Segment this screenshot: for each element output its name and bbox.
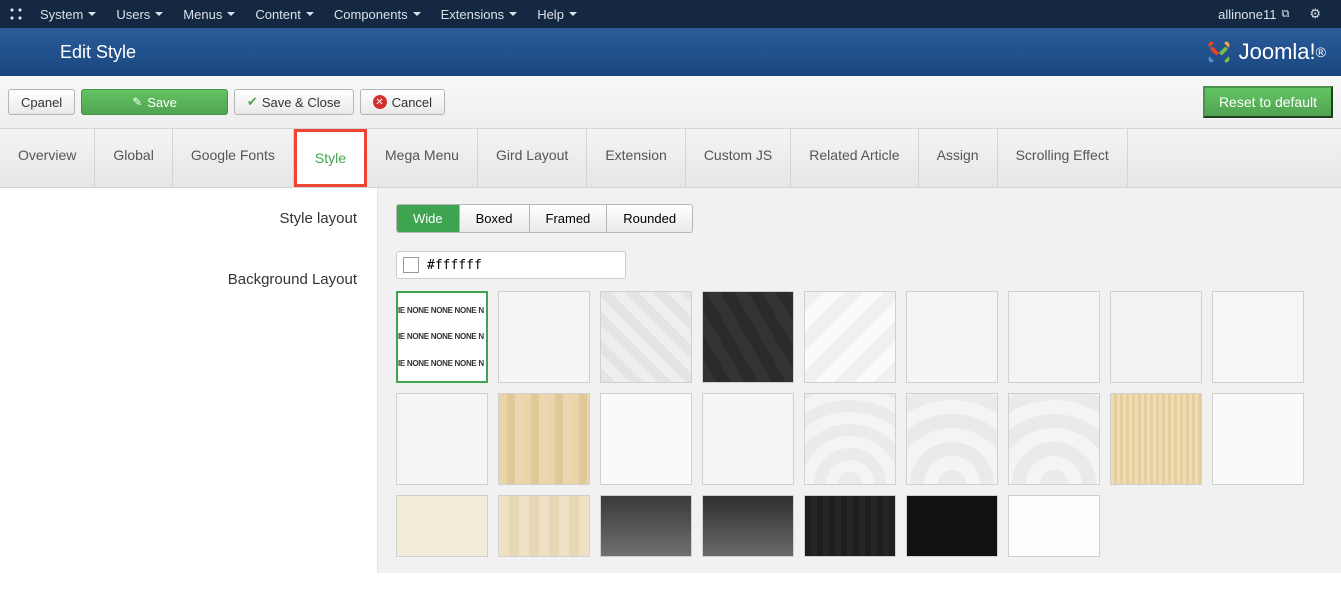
save-button[interactable]: ✎Save	[81, 89, 228, 115]
pattern-swatch[interactable]	[600, 393, 692, 485]
pattern-swatch[interactable]	[804, 495, 896, 557]
chevron-down-icon	[227, 12, 235, 16]
pattern-swatch[interactable]	[1212, 393, 1304, 485]
save-icon: ✎	[132, 95, 142, 109]
tab-google-fonts[interactable]: Google Fonts	[173, 129, 294, 187]
pattern-swatch[interactable]	[600, 495, 692, 557]
pattern-swatch[interactable]	[1110, 291, 1202, 383]
tab-style[interactable]: Style	[294, 129, 367, 187]
chevron-down-icon	[509, 12, 517, 16]
pattern-swatch[interactable]	[498, 393, 590, 485]
pattern-swatch[interactable]	[1008, 291, 1100, 383]
joomla-logo: Joomla!®	[1205, 38, 1326, 66]
tab-extension[interactable]: Extension	[587, 129, 685, 187]
pattern-swatch[interactable]	[1212, 291, 1304, 383]
pattern-swatch[interactable]	[1008, 393, 1100, 485]
brand-text: Joomla!	[1239, 39, 1316, 65]
pattern-swatch[interactable]	[906, 291, 998, 383]
layout-option-rounded[interactable]: Rounded	[607, 205, 692, 232]
settings-gear[interactable]: ⚙	[1301, 6, 1333, 22]
labels-column: Style layout Background Layout	[0, 188, 378, 573]
tab-global[interactable]: Global	[95, 129, 172, 187]
menu-help[interactable]: Help	[527, 0, 587, 28]
pattern-swatch[interactable]	[498, 291, 590, 383]
pattern-grid: IE NONE NONE NONE N IE NONE NONE NONE N …	[396, 291, 1323, 557]
cpanel-button[interactable]: Cpanel	[8, 89, 75, 115]
page-header: Edit Style Joomla!®	[0, 28, 1341, 76]
menu-users[interactable]: Users	[106, 0, 173, 28]
pattern-swatch[interactable]	[702, 495, 794, 557]
pattern-swatch[interactable]	[1008, 495, 1100, 557]
username: allinone11	[1218, 7, 1276, 22]
pattern-swatch[interactable]	[804, 393, 896, 485]
pattern-swatch[interactable]	[804, 291, 896, 383]
pattern-swatch[interactable]	[702, 291, 794, 383]
pattern-none[interactable]: IE NONE NONE NONE N IE NONE NONE NONE N …	[396, 291, 488, 383]
menu-components[interactable]: Components	[324, 0, 431, 28]
menu-content[interactable]: Content	[245, 0, 324, 28]
gear-icon: ⚙	[1309, 6, 1321, 22]
layout-option-wide[interactable]: Wide	[397, 205, 460, 232]
background-color-input[interactable]	[396, 251, 626, 279]
action-toolbar: Cpanel ✎Save ✔Save & Close ✕Cancel Reset…	[0, 76, 1341, 129]
tab-scrolling-effect[interactable]: Scrolling Effect	[998, 129, 1128, 187]
style-layout-group: WideBoxedFramedRounded	[396, 204, 693, 233]
layout-option-framed[interactable]: Framed	[530, 205, 608, 232]
controls-column: WideBoxedFramedRounded IE NONE NONE NONE…	[378, 188, 1341, 573]
pattern-swatch[interactable]	[498, 495, 590, 557]
chevron-down-icon	[306, 12, 314, 16]
color-text-input[interactable]	[427, 258, 619, 273]
tab-overview[interactable]: Overview	[0, 129, 95, 187]
tab-related-article[interactable]: Related Article	[791, 129, 918, 187]
page-title: Edit Style	[60, 42, 136, 63]
reset-default-button[interactable]: Reset to default	[1203, 86, 1333, 118]
check-icon: ✔	[247, 94, 258, 110]
pattern-swatch[interactable]	[600, 291, 692, 383]
menu-system[interactable]: System	[30, 0, 106, 28]
tabs-bar: OverviewGlobalGoogle FontsStyleMega Menu…	[0, 129, 1341, 188]
cancel-icon: ✕	[373, 95, 387, 109]
chevron-down-icon	[413, 12, 421, 16]
chevron-down-icon	[569, 12, 577, 16]
joomla-icon[interactable]	[8, 6, 24, 22]
tab-custom-js[interactable]: Custom JS	[686, 129, 791, 187]
chevron-down-icon	[155, 12, 163, 16]
menu-menus[interactable]: Menus	[173, 0, 245, 28]
save-close-button[interactable]: ✔Save & Close	[234, 89, 354, 115]
user-link[interactable]: allinone11 ⧉	[1212, 7, 1295, 22]
menu-extensions[interactable]: Extensions	[431, 0, 528, 28]
admin-menubar: SystemUsersMenusContentComponentsExtensi…	[0, 0, 1341, 28]
pattern-swatch[interactable]	[396, 393, 488, 485]
pattern-swatch[interactable]	[396, 495, 488, 557]
pattern-swatch[interactable]	[1110, 393, 1202, 485]
color-swatch[interactable]	[403, 257, 419, 273]
layout-option-boxed[interactable]: Boxed	[460, 205, 530, 232]
tab-assign[interactable]: Assign	[919, 129, 998, 187]
content-area: Style layout Background Layout WideBoxed…	[0, 188, 1341, 573]
chevron-down-icon	[88, 12, 96, 16]
background-layout-label: Background Layout	[0, 237, 377, 298]
style-layout-label: Style layout	[0, 188, 377, 237]
cancel-button[interactable]: ✕Cancel	[360, 89, 445, 115]
pattern-swatch[interactable]	[702, 393, 794, 485]
external-link-icon: ⧉	[1281, 8, 1289, 21]
tab-gird-layout[interactable]: Gird Layout	[478, 129, 587, 187]
pattern-swatch[interactable]	[906, 495, 998, 557]
tab-mega-menu[interactable]: Mega Menu	[367, 129, 478, 187]
pattern-swatch[interactable]	[906, 393, 998, 485]
